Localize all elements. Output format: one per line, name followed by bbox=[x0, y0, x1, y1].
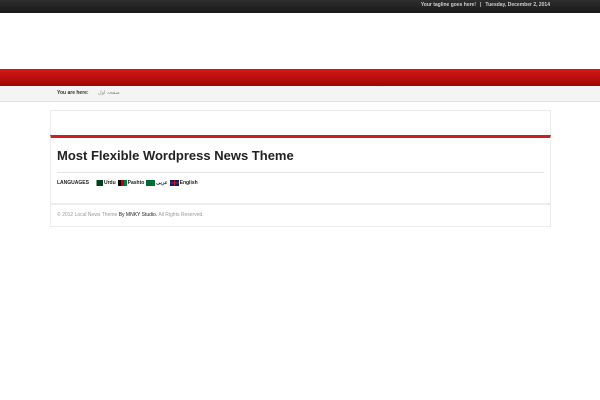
tagline-separator: | bbox=[480, 2, 482, 8]
language-urdu-label: Urdu bbox=[103, 180, 116, 186]
language-switcher: LANGUAGES Urdu Pashto عربی English bbox=[57, 180, 200, 186]
language-arabic-label: عربی bbox=[156, 180, 168, 186]
main-nav-bar bbox=[0, 69, 600, 86]
content-header-panel bbox=[50, 110, 551, 135]
breadcrumb: You are here: صفحہ اول bbox=[57, 90, 120, 96]
current-date: Tuesday, December 2, 2014 bbox=[485, 2, 550, 8]
top-bar-info: Your tagline goes here! | Tuesday, Decembe… bbox=[421, 2, 550, 8]
language-pashto-label: Pashto bbox=[127, 180, 145, 186]
afghanistan-flag-icon bbox=[117, 180, 127, 186]
language-urdu-link[interactable]: Urdu bbox=[93, 180, 116, 186]
language-english-link[interactable]: English bbox=[169, 180, 198, 186]
uk-flag-icon bbox=[169, 180, 179, 186]
pakistan-flag-icon bbox=[93, 180, 103, 186]
top-bar: Your tagline goes here! | Tuesday, Decembe… bbox=[0, 0, 600, 13]
saudi-flag-icon bbox=[146, 180, 156, 186]
site-tagline: Your tagline goes here! bbox=[420, 2, 477, 8]
language-arabic-link[interactable]: عربی bbox=[146, 180, 168, 186]
breadcrumb-bar: You are here: صفحہ اول bbox=[0, 86, 600, 102]
footer-author-link[interactable]: By MNKY Studio. bbox=[119, 212, 158, 218]
footer-copyright: © 2012 Local News Theme bbox=[57, 212, 118, 218]
breadcrumb-current-link[interactable]: صفحہ اول bbox=[98, 90, 120, 96]
footer: © 2012 Local News Theme By MNKY Studio. … bbox=[50, 204, 551, 227]
main-content: Most Flexible Wordpress News Theme LANGU… bbox=[50, 135, 551, 204]
language-english-label: English bbox=[179, 180, 198, 186]
languages-label: LANGUAGES bbox=[57, 180, 89, 186]
breadcrumb-label: You are here: bbox=[57, 90, 89, 96]
title-divider bbox=[57, 172, 544, 173]
footer-text: © 2012 Local News Theme By MNKY Studio. … bbox=[57, 212, 204, 218]
page-title: Most Flexible Wordpress News Theme bbox=[57, 148, 294, 163]
language-pashto-link[interactable]: Pashto bbox=[117, 180, 145, 186]
footer-rights: All Rights Reserved. bbox=[158, 212, 204, 218]
